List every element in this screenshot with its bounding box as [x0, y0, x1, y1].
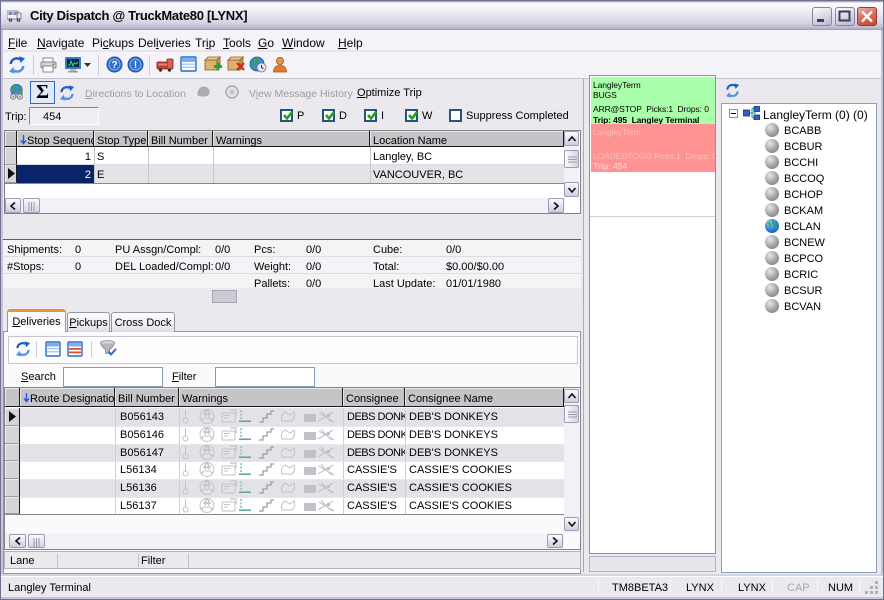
svg-text:?: ? [111, 60, 117, 71]
svg-text:!: ! [134, 60, 137, 71]
